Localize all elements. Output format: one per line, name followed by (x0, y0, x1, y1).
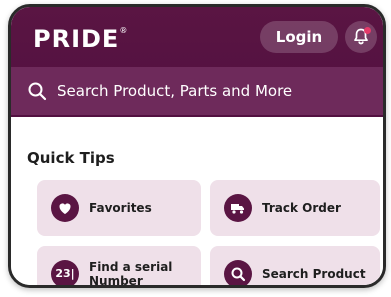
search-icon (28, 82, 47, 101)
phone-frame: PRIDE® Login Search Product, Parts and M… (8, 4, 386, 288)
tile-track-order[interactable]: Track Order (210, 180, 380, 236)
app-header: PRIDE® Login Search Product, Parts and M… (11, 7, 383, 117)
tile-search-product[interactable]: Search Product (210, 246, 380, 285)
heart-icon (51, 194, 79, 222)
quick-tips-title: Quick Tips (27, 149, 115, 167)
notification-badge (364, 27, 371, 34)
search-bar[interactable]: Search Product, Parts and More (11, 67, 383, 115)
tile-label: Search Product (262, 267, 366, 281)
serial-number-icon-text: 23| (55, 267, 75, 280)
tile-favorites[interactable]: Favorites (37, 180, 201, 236)
truck-icon (224, 194, 252, 222)
search-icon (224, 260, 252, 285)
search-placeholder: Search Product, Parts and More (57, 82, 293, 100)
tile-label: Track Order (262, 201, 341, 215)
serial-number-icon: 23| (51, 260, 79, 285)
tile-label: Favorites (89, 201, 152, 215)
logo-registered-mark: ® (119, 26, 129, 35)
login-button[interactable]: Login (260, 21, 338, 53)
logo-text: PRIDE (33, 25, 120, 53)
notifications-button[interactable] (345, 21, 377, 53)
main-content: Quick Tips Favorites Track Order 23| Fin… (11, 117, 383, 285)
tile-label: Find a serial Number (89, 260, 173, 288)
tile-find-serial-number[interactable]: 23| Find a serial Number (37, 246, 201, 288)
pride-logo[interactable]: PRIDE® (33, 21, 128, 57)
